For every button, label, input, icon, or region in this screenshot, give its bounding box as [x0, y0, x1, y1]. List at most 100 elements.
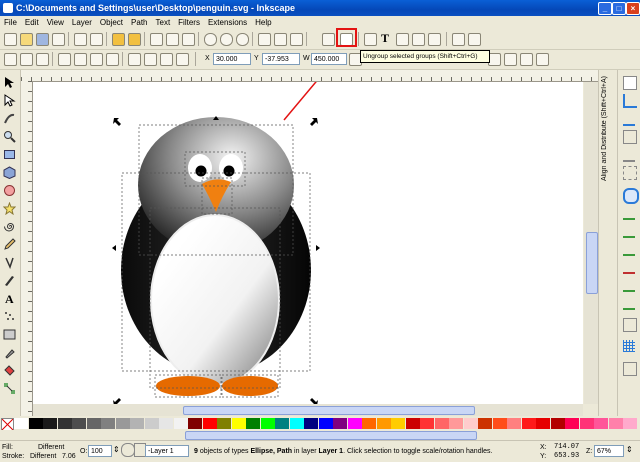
- align-distribute-tab[interactable]: Align and Distribute (Shift+Ctrl+A): [601, 76, 608, 181]
- snap-cusp-icon[interactable]: [623, 242, 635, 256]
- color-swatch[interactable]: [463, 418, 478, 429]
- rotate-ccw-icon[interactable]: [58, 53, 71, 66]
- snap-edges-icon[interactable]: [623, 112, 635, 126]
- color-swatch[interactable]: [405, 418, 420, 429]
- new-document-icon[interactable]: [4, 33, 17, 46]
- menu-file[interactable]: File: [0, 16, 21, 29]
- preferences-icon[interactable]: [452, 33, 465, 46]
- rectangle-tool-icon[interactable]: [3, 148, 16, 161]
- layers-icon[interactable]: [412, 33, 425, 46]
- spiral-tool-icon[interactable]: [3, 220, 16, 233]
- palette-scrollbar[interactable]: [0, 430, 640, 440]
- color-swatch[interactable]: [376, 418, 391, 429]
- color-swatch[interactable]: [130, 418, 145, 429]
- snap-smooth-icon[interactable]: [623, 260, 635, 274]
- calligraphy-tool-icon[interactable]: [3, 274, 16, 287]
- undo-icon[interactable]: [112, 33, 125, 46]
- connector-tool-icon[interactable]: [3, 382, 16, 395]
- print-icon[interactable]: [52, 33, 65, 46]
- move-gradients-icon[interactable]: [520, 53, 533, 66]
- palette-scroll-thumb[interactable]: [185, 431, 477, 440]
- color-swatch[interactable]: [86, 418, 101, 429]
- text-font-icon[interactable]: T: [381, 31, 389, 46]
- color-swatch[interactable]: [144, 418, 159, 429]
- menu-help[interactable]: Help: [251, 16, 275, 29]
- color-swatch[interactable]: [608, 418, 623, 429]
- flip-vertical-icon[interactable]: [106, 53, 119, 66]
- drawing-canvas[interactable]: [33, 82, 583, 404]
- layer-visibility-icon[interactable]: [121, 443, 135, 457]
- zoom-tool-icon[interactable]: [3, 130, 16, 143]
- raise-to-top-icon[interactable]: [128, 53, 141, 66]
- unlink-clone-icon[interactable]: [290, 33, 303, 46]
- zoom-spin-arrows-icon[interactable]: ⇕: [626, 445, 633, 454]
- snap-centers-icon[interactable]: [623, 166, 637, 180]
- color-swatch[interactable]: [434, 418, 449, 429]
- redo-icon[interactable]: [128, 33, 141, 46]
- lower-to-bottom-icon[interactable]: [176, 53, 189, 66]
- snap-midpoints-icon[interactable]: [623, 148, 635, 162]
- color-swatch[interactable]: [362, 418, 377, 429]
- snap-bbox-icon[interactable]: [623, 94, 637, 108]
- zoom-field[interactable]: 67%: [594, 445, 624, 457]
- color-swatch[interactable]: [115, 418, 130, 429]
- penguin-belly[interactable]: [150, 214, 280, 386]
- color-swatch[interactable]: [275, 418, 290, 429]
- vertical-scroll-thumb[interactable]: [586, 232, 598, 294]
- selector-arrow-icon[interactable]: [3, 76, 16, 89]
- pencil-tool-icon[interactable]: [3, 238, 16, 251]
- xml-editor-icon[interactable]: [396, 33, 409, 46]
- color-swatch[interactable]: [188, 418, 203, 429]
- opacity-spinbox[interactable]: 100: [88, 445, 112, 457]
- menu-text[interactable]: Text: [152, 16, 175, 29]
- color-swatch[interactable]: [347, 418, 362, 429]
- penguin-drawing[interactable]: [33, 82, 583, 404]
- lower-icon[interactable]: [160, 53, 173, 66]
- color-swatch[interactable]: [159, 418, 174, 429]
- select-all-layers-icon[interactable]: [20, 53, 33, 66]
- color-swatch[interactable]: [536, 418, 551, 429]
- horizontal-ruler[interactable]: [21, 70, 598, 82]
- fill-value[interactable]: Different: [38, 443, 64, 452]
- scale-corners-icon[interactable]: [504, 53, 517, 66]
- color-swatch[interactable]: [333, 418, 348, 429]
- select-all-icon[interactable]: [4, 53, 17, 66]
- vertical-ruler[interactable]: [21, 81, 33, 416]
- minimize-button[interactable]: _: [598, 2, 612, 15]
- color-swatch[interactable]: [492, 418, 507, 429]
- pen-tool-icon[interactable]: [3, 256, 16, 269]
- node-editor-icon[interactable]: [3, 94, 16, 107]
- align-distribute-icon[interactable]: [428, 33, 441, 46]
- snap-paths-icon[interactable]: [623, 206, 635, 220]
- menu-layer[interactable]: Layer: [68, 16, 96, 29]
- y-position-field[interactable]: -37.953: [262, 53, 300, 65]
- snap-nodes-icon[interactable]: [623, 188, 639, 204]
- menu-view[interactable]: View: [43, 16, 68, 29]
- open-folder-icon[interactable]: [20, 33, 33, 46]
- zoom-page-icon[interactable]: [236, 33, 249, 46]
- import-icon[interactable]: [74, 33, 87, 46]
- document-properties-icon[interactable]: [468, 33, 481, 46]
- dropper-tool-icon[interactable]: [3, 346, 16, 359]
- color-swatch[interactable]: [246, 418, 261, 429]
- penguin-right-pupil[interactable]: [223, 165, 235, 177]
- color-swatch[interactable]: [623, 418, 638, 429]
- snap-grid-icon[interactable]: [623, 340, 635, 352]
- current-layer-dropdown[interactable]: -Layer 1: [145, 445, 189, 457]
- x-position-field[interactable]: 30.000: [213, 53, 251, 65]
- spin-arrows-icon[interactable]: ⇕: [113, 445, 120, 454]
- zoom-selection-icon[interactable]: [204, 33, 217, 46]
- stroke-width-value[interactable]: 7.06: [62, 452, 76, 461]
- 3d-box-tool-icon[interactable]: [3, 166, 16, 179]
- color-swatch[interactable]: [304, 418, 319, 429]
- width-field[interactable]: 450.000: [311, 53, 347, 65]
- paste-icon[interactable]: [182, 33, 195, 46]
- menu-filters[interactable]: Filters: [174, 16, 204, 29]
- duplicate-icon[interactable]: [258, 33, 271, 46]
- snap-toggle-icon[interactable]: [623, 76, 637, 90]
- spray-tool-icon[interactable]: [3, 310, 16, 323]
- group-icon[interactable]: [322, 33, 335, 46]
- menu-object[interactable]: Object: [96, 16, 127, 29]
- maximize-button[interactable]: □: [612, 2, 626, 15]
- save-icon[interactable]: [36, 33, 49, 46]
